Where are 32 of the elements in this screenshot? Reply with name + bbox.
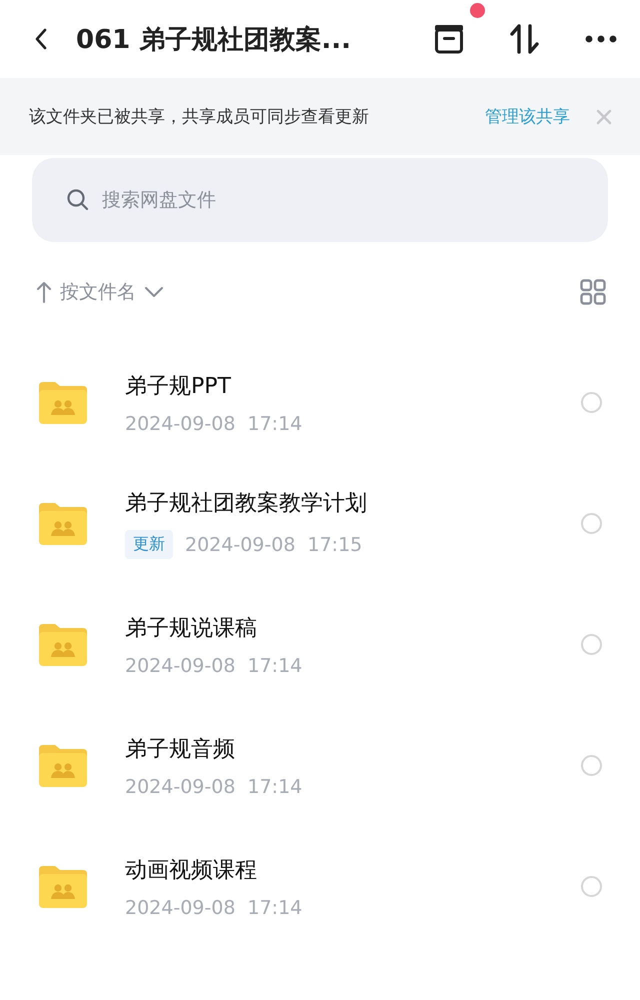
select-radio[interactable] (581, 392, 602, 413)
select-radio[interactable] (581, 876, 602, 897)
folder-name[interactable]: 弟子规说课稿 (125, 612, 581, 642)
folder-name[interactable]: 弟子规音频 (125, 734, 581, 764)
folder-title: 061 弟子规社团教案... (76, 24, 352, 56)
modified-date: 2024-09-08 17:14 (125, 654, 302, 676)
transfer-icon[interactable] (508, 22, 542, 56)
shared-folder-icon (37, 500, 89, 546)
modified-date: 2024-09-08 17:14 (125, 412, 302, 434)
shared-folder-icon (37, 622, 89, 668)
shared-folder-icon (37, 380, 89, 426)
caret-icon (144, 286, 164, 298)
share-message: 该文件夹已被共享，共享成员可同步查看更新 (29, 106, 370, 128)
modified-date: 2024-09-08 17:14 (125, 776, 302, 798)
modified-date: 2024-09-08 17:15 (185, 534, 362, 556)
select-radio[interactable] (581, 634, 602, 655)
grid-view-icon[interactable] (580, 279, 606, 305)
search-field[interactable]: 搜索网盘文件 (32, 158, 608, 242)
update-tag: 更新 (125, 530, 173, 559)
folder-name[interactable]: 弟子规PPT (125, 370, 581, 400)
up-arrow-icon (36, 281, 52, 303)
close-icon[interactable] (596, 108, 612, 124)
folder-name[interactable]: 弟子规社团教案教学计划 (125, 488, 581, 518)
more-icon[interactable] (584, 34, 618, 44)
shared-folder-icon (37, 742, 89, 788)
shared-folder-icon (37, 864, 89, 910)
back-icon[interactable] (34, 27, 48, 51)
select-radio[interactable] (581, 513, 602, 534)
modified-date: 2024-09-08 17:14 (125, 896, 302, 918)
archive-icon[interactable] (432, 22, 466, 56)
select-radio[interactable] (581, 755, 602, 776)
folder-name[interactable]: 动画视频课程 (125, 854, 581, 884)
